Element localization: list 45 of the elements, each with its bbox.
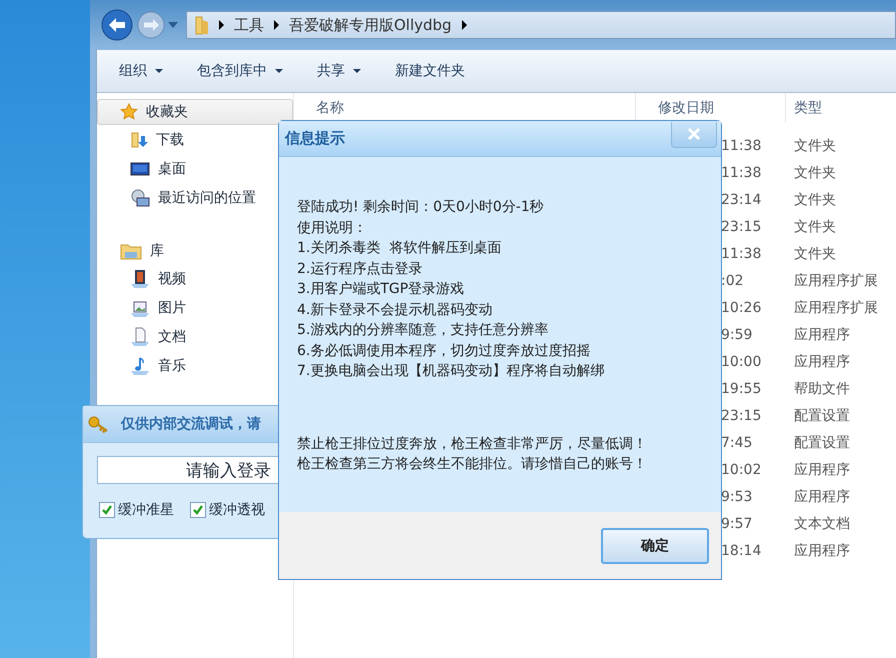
type-cell-text: 配置设置 [793,434,851,452]
type-cell-text: 应用程序 [793,488,851,506]
message-line: 7.更换电脑会出现【机器码变动】程序将自动解绑 [297,362,606,381]
date-cell: 11:38 [721,246,762,262]
warning-line: 枪王检查第三方将会终生不能排位。请珍惜自己的账号！ [297,455,648,474]
message-line: 1.关闭杀毒类 将软件解压到桌面 [297,239,502,258]
type-cell-text: 文本文档 [793,514,851,532]
type-cell-text: 应用程序扩展 [793,298,879,316]
date-cell: 10:00 [721,354,762,370]
date-cell: 11:38 [721,164,762,180]
message-line: 使用说明： [297,218,368,238]
type-cell-text: 文件夹 [793,218,837,236]
date-cell: 9:53 [721,488,752,504]
message-line: 5.游戏内的分辨率随意，支持任意分辨率 [297,321,550,340]
date-cell: :02 [721,272,744,288]
type-cell-text: 应用程序 [793,352,851,370]
date-cell: 11:38 [721,138,762,154]
type-cell-text: 配置设置 [793,406,851,424]
type-cell-text: 应用程序 [793,542,851,560]
type-cell-text: 文件夹 [793,136,837,154]
message-line: 3.用客户端或TGP登录游戏 [297,280,466,299]
type-cell-text: 文件夹 [793,190,837,208]
warning-line: 禁止枪王排位过度奔放，枪王检查非常严厉，尽量低调！ [297,434,648,454]
window-title: 仅供内部交流调试，请 [121,415,261,433]
type-cell-text: 帮助文件 [793,380,851,398]
date-cell: 9:59 [721,326,752,342]
type-cell-text: 文件夹 [793,244,837,262]
type-cell-text: 应用程序扩展 [793,272,879,290]
date-cell: 19:55 [721,380,762,396]
message-line: 4.新卡登录不会提示机器码变动 [297,300,494,320]
message-line: 2.运行程序点击登录 [297,260,424,278]
date-cell: 10:02 [721,462,762,478]
date-cell: 9:57 [721,516,752,532]
date-cell: 23:14 [721,192,762,208]
type-cell-text: 应用程序 [793,460,851,478]
type-cell-text: 文件夹 [793,164,837,182]
date-cell: 23:15 [721,218,762,234]
message-line: 登陆成功! 剩余时间：0天0小时0分-1秒 [297,198,545,217]
date-cell: 10:26 [721,300,762,316]
date-cell: 18:14 [721,542,762,558]
dialog-title: 信息提示 [285,129,345,148]
date-cell: 7:45 [721,434,752,450]
message-line: 6.务必低调使用本程序，切勿过度奔放过度招摇 [297,342,592,360]
date-cell: 23:15 [721,408,762,424]
type-cell-text: 应用程序 [793,326,851,344]
